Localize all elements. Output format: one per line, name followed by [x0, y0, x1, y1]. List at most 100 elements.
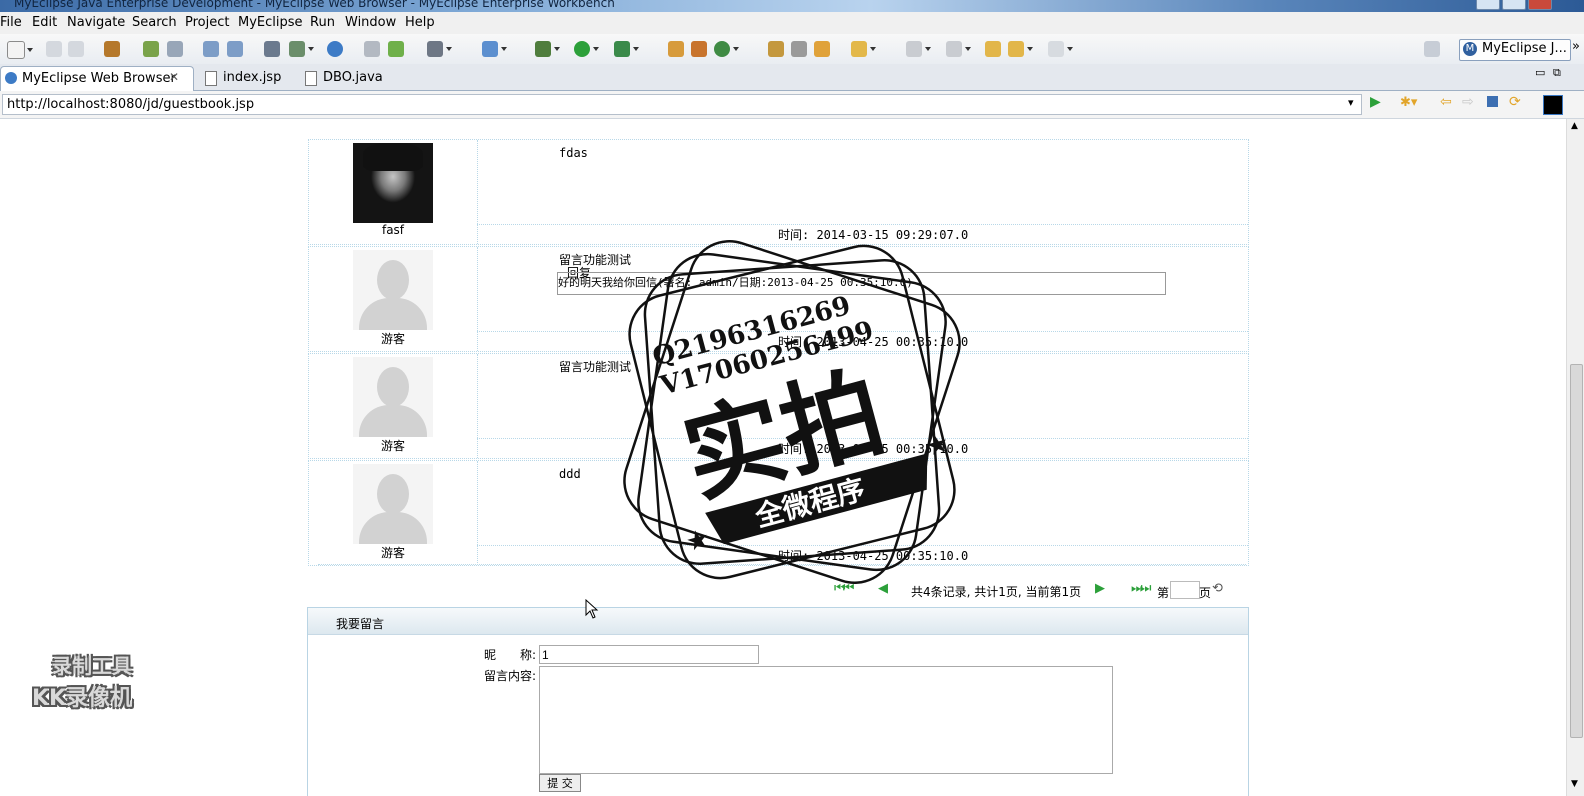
first-page-icon[interactable]: ⏮⏮: [834, 581, 854, 596]
menu-search[interactable]: Search: [132, 15, 177, 30]
console-icon[interactable]: [1543, 95, 1563, 115]
message-content: ddd: [559, 467, 581, 481]
open-file-icon[interactable]: [851, 41, 876, 57]
minimize-view-icon[interactable]: ▭: [1535, 66, 1545, 79]
external-tools-icon[interactable]: [614, 41, 639, 57]
nickname: fasf: [381, 223, 405, 237]
back-icon[interactable]: [1008, 41, 1033, 57]
camera-icon[interactable]: [427, 41, 452, 57]
save-icon[interactable]: [46, 41, 62, 57]
default-avatar-icon: [353, 250, 433, 330]
task-icon[interactable]: [814, 41, 830, 57]
java-file-icon: [305, 71, 317, 86]
print-icon[interactable]: [68, 41, 84, 57]
next-page-icon[interactable]: ▶: [1095, 581, 1105, 596]
url-input[interactable]: [2, 94, 1362, 115]
nickname-input[interactable]: [539, 645, 759, 664]
mouse-cursor-icon: [585, 599, 599, 619]
menu-myeclipse[interactable]: MyEclipse: [238, 15, 303, 30]
tab-myeclipse-web-browser[interactable]: MyEclipse Web Browser ✕: [0, 66, 194, 91]
forward-icon[interactable]: [1048, 41, 1073, 57]
submit-button[interactable]: 提 交: [539, 774, 581, 792]
menu-run[interactable]: Run: [310, 15, 335, 30]
close-button[interactable]: [1528, 0, 1552, 10]
last-edit-icon[interactable]: [985, 41, 1001, 57]
new-class-icon[interactable]: [482, 41, 507, 57]
avatar-cell: 游客: [309, 354, 478, 458]
menu-window[interactable]: Window: [345, 15, 396, 30]
prev-page-icon[interactable]: ◀: [878, 581, 888, 596]
recorder-line1: 录制工具: [52, 654, 132, 678]
avatar-cell: 游客: [309, 247, 478, 351]
tab-label: MyEclipse Web Browser: [22, 71, 176, 86]
nickname-label: 昵 称:: [484, 648, 537, 662]
open-type-icon[interactable]: [768, 41, 784, 57]
perspective-switcher[interactable]: M MyEclipse J...: [1459, 39, 1571, 61]
bug-icon[interactable]: [143, 41, 159, 57]
window-title-bar: MyEclipse Java Enterprise Development - …: [0, 0, 1584, 12]
menu-file[interactable]: File: [0, 15, 22, 30]
debug-icon[interactable]: [535, 41, 560, 57]
open-folder-icon[interactable]: [364, 41, 380, 57]
go-icon[interactable]: ▶: [1370, 94, 1381, 110]
scroll-up-icon[interactable]: ▲: [1571, 121, 1578, 131]
scroll-down-icon[interactable]: ▼: [1571, 779, 1578, 789]
run-icon[interactable]: [574, 41, 599, 57]
package-icon[interactable]: [104, 41, 120, 57]
new-type-icon[interactable]: [691, 41, 707, 57]
open-perspective-icon[interactable]: [1424, 41, 1440, 57]
content-textarea[interactable]: [539, 666, 1113, 774]
message-form: 我要留言 昵 称: 留言内容: 提 交: [307, 607, 1249, 796]
tool-icon[interactable]: [791, 41, 807, 57]
refresh-icon[interactable]: [388, 41, 404, 57]
editor-tab-bar: MyEclipse Web Browser ✕ index.jsp DBO.ja…: [0, 64, 1584, 91]
message-row: fasf fdas 时间: 2014-03-15 09:29:07.0: [308, 139, 1249, 245]
toolbar-overflow-icon[interactable]: »: [1572, 39, 1580, 54]
main-toolbar: M MyEclipse J... »: [0, 34, 1584, 65]
new-class-plus-icon[interactable]: [714, 41, 739, 57]
forward-nav-icon[interactable]: ⇨: [1462, 94, 1474, 110]
page-number-input[interactable]: [1170, 581, 1200, 599]
scroll-thumb[interactable]: [1570, 364, 1583, 738]
form-header: 我要留言: [308, 608, 1248, 635]
back-nav-icon[interactable]: ⇦: [1440, 94, 1452, 110]
deploy-icon[interactable]: [203, 41, 219, 57]
recorder-watermark: 录制工具 KK录像机: [30, 650, 180, 714]
maximize-button[interactable]: [1502, 0, 1526, 10]
form-title: 我要留言: [336, 617, 385, 631]
minimize-button[interactable]: [1476, 0, 1500, 10]
server-icon[interactable]: [167, 41, 183, 57]
search-icon[interactable]: [227, 41, 243, 57]
menu-help[interactable]: Help: [405, 15, 435, 30]
url-dropdown-icon[interactable]: ▾: [1348, 96, 1354, 109]
new-package-icon[interactable]: [668, 41, 684, 57]
annotation-next-icon[interactable]: [906, 41, 931, 57]
user-avatar: [353, 143, 433, 223]
pagination-bar: ⏮⏮ ◀ 共4条记录, 共计1页, 当前第1页 ▶ ⏭⏭ 第 页 ⟲: [0, 581, 1566, 601]
menu-project[interactable]: Project: [185, 15, 229, 30]
server-list-icon[interactable]: [264, 41, 280, 57]
tab-index-jsp[interactable]: index.jsp: [203, 66, 293, 90]
vertical-scrollbar[interactable]: ▲ ▼: [1566, 119, 1584, 796]
refresh-page-icon[interactable]: ⟳: [1509, 94, 1521, 110]
default-avatar-icon: [353, 464, 433, 544]
new-icon[interactable]: [7, 41, 33, 59]
menu-navigate[interactable]: Navigate: [67, 15, 125, 30]
close-tab-icon[interactable]: ✕: [169, 70, 179, 84]
go-page-icon[interactable]: ⟲: [1212, 581, 1223, 596]
content-label: 留言内容:: [484, 669, 537, 683]
nickname: 游客: [380, 439, 405, 453]
globe-icon[interactable]: [327, 41, 343, 57]
message-row: 游客 ddd 时间: 2013-04-25 00:35:10.0: [308, 460, 1249, 566]
annotation-prev-icon[interactable]: [946, 41, 971, 57]
tab-dbo-java[interactable]: DBO.java: [303, 66, 399, 90]
last-page-icon[interactable]: ⏭⏭: [1131, 581, 1151, 596]
message-time: 时间: 2013-04-25 00:35:10.0: [778, 335, 969, 349]
menu-edit[interactable]: Edit: [32, 15, 57, 30]
favorites-icon[interactable]: ✱▾: [1400, 95, 1417, 110]
menu-bar: File Edit Navigate Search Project MyEcli…: [0, 12, 1584, 34]
maximize-view-icon[interactable]: ⧉: [1553, 66, 1561, 80]
perspective-label: MyEclipse J...: [1482, 41, 1567, 56]
deploy-tool-icon[interactable]: [289, 41, 314, 57]
stop-icon[interactable]: [1487, 96, 1498, 107]
